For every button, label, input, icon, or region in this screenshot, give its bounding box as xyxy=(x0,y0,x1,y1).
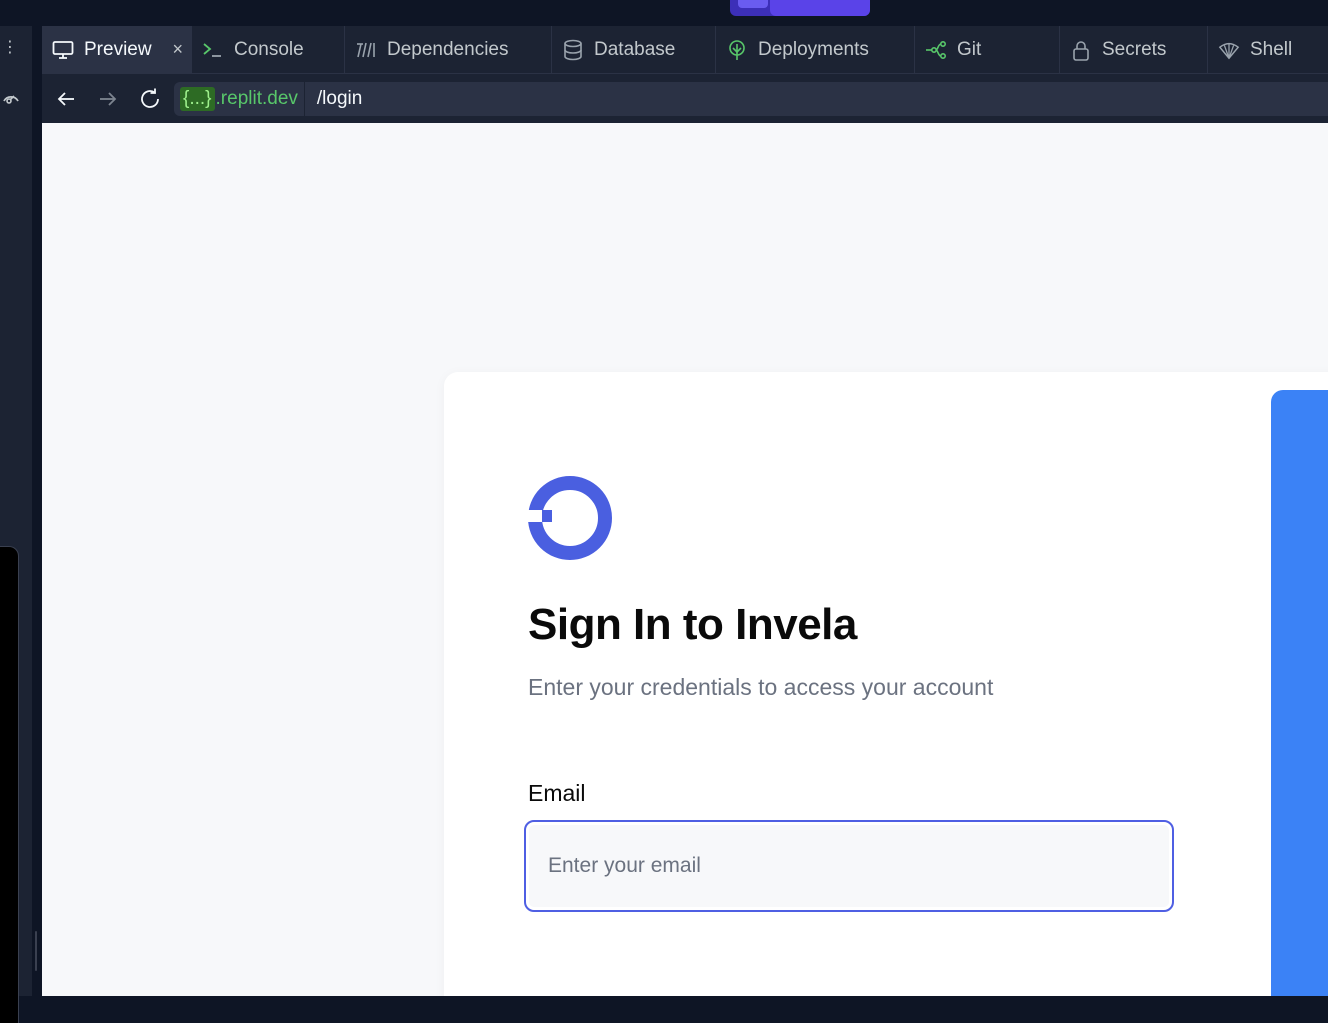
device-frame xyxy=(0,546,19,1023)
dots-icon xyxy=(738,0,768,8)
deployments-icon xyxy=(726,39,748,61)
tab-label: Shell xyxy=(1250,38,1293,60)
tab-label: Secrets xyxy=(1102,38,1167,60)
tab-label: Console xyxy=(234,38,304,60)
window-top-strip xyxy=(0,0,1328,26)
login-card: Sign In to Invela Enter your credentials… xyxy=(444,372,1328,996)
url-path[interactable]: /login xyxy=(305,88,362,110)
lock-icon xyxy=(1070,39,1092,61)
tab-preview[interactable]: Preview × xyxy=(42,26,192,73)
reload-icon xyxy=(141,88,159,108)
page-title: Sign In to Invela xyxy=(528,600,857,649)
accent-panel xyxy=(1271,390,1328,996)
tab-label: Git xyxy=(957,38,982,60)
tab-label: Database xyxy=(594,38,676,60)
tab-label: Dependencies xyxy=(387,38,509,60)
pane-divider xyxy=(32,26,42,996)
tab-label: Deployments xyxy=(758,38,869,60)
tab-secrets[interactable]: Secrets xyxy=(1060,26,1208,73)
terminal-icon xyxy=(202,39,224,61)
preview-viewport: Sign In to Invela Enter your credentials… xyxy=(42,123,1328,996)
url-host: {...} .replit.dev xyxy=(174,82,305,116)
close-icon[interactable]: × xyxy=(172,39,183,60)
kebab-menu-icon[interactable]: ⋮ xyxy=(2,40,18,56)
arrow-left-icon xyxy=(57,92,74,106)
email-label: Email xyxy=(528,780,586,806)
dependencies-icon xyxy=(355,39,377,61)
agent-badge[interactable] xyxy=(730,0,870,16)
monitor-icon xyxy=(52,39,74,61)
tab-label: Preview xyxy=(84,38,152,60)
email-field[interactable] xyxy=(524,820,1174,912)
tool-tabbar: Preview × Console Dependencies Database … xyxy=(42,26,1328,73)
left-rail: ⋮ xyxy=(0,26,32,1023)
page-subtitle: Enter your credentials to access your ac… xyxy=(528,674,994,700)
reload-button[interactable] xyxy=(137,86,163,112)
tab-console[interactable]: Console xyxy=(192,26,345,73)
gauge-icon[interactable] xyxy=(0,86,22,108)
git-icon xyxy=(925,39,947,61)
shell-icon xyxy=(1218,39,1240,61)
tab-shell[interactable]: Shell xyxy=(1208,26,1328,73)
url-host-badge: {...} xyxy=(180,87,215,111)
resize-handle[interactable] xyxy=(35,931,37,971)
tab-git[interactable]: Git xyxy=(915,26,1060,73)
arrow-right-icon xyxy=(100,92,117,106)
forward-button[interactable] xyxy=(95,86,121,112)
url-host-suffix: .replit.dev xyxy=(215,88,298,109)
agent-badge-label xyxy=(770,0,870,16)
tab-database[interactable]: Database xyxy=(552,26,716,73)
tab-deployments[interactable]: Deployments xyxy=(716,26,915,73)
preview-navbar: {...} .replit.dev /login xyxy=(42,73,1328,124)
back-button[interactable] xyxy=(53,86,79,112)
database-icon xyxy=(562,39,584,61)
tab-dependencies[interactable]: Dependencies xyxy=(345,26,552,73)
invela-logo-icon xyxy=(528,476,612,560)
url-bar[interactable]: {...} .replit.dev /login xyxy=(174,82,1328,116)
